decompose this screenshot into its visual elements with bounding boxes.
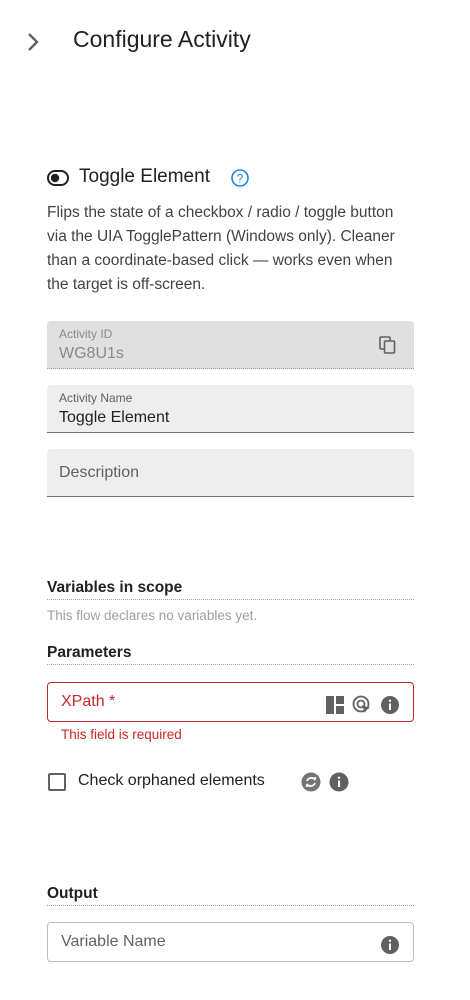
copy-icon[interactable]: [378, 335, 398, 355]
activity-title: Toggle Element: [79, 166, 210, 187]
xpath-error: This field is required: [61, 727, 182, 742]
activity-id-label: Activity ID: [59, 327, 113, 341]
activity-name-field[interactable]: Activity Name Toggle Element: [47, 385, 414, 433]
chevron-right-icon[interactable]: [22, 30, 44, 54]
variable-name-input[interactable]: Variable Name: [47, 922, 414, 962]
activity-description: Flips the state of a checkbox / radio / …: [47, 204, 395, 293]
toggle-expression-icon[interactable]: [301, 772, 321, 792]
activity-name-value[interactable]: Toggle Element: [59, 409, 169, 427]
activity-id-value: WG8U1s: [59, 345, 124, 362]
layout-icon[interactable]: [325, 695, 345, 715]
activity-name-label: Activity Name: [59, 391, 133, 405]
description-placeholder: Description: [59, 464, 140, 481]
toggle-icon: [47, 170, 69, 186]
variables-heading: Variables in scope: [47, 579, 414, 600]
help-circle-icon[interactable]: ?: [230, 168, 250, 188]
svg-text:?: ?: [237, 172, 244, 186]
check-orphaned-label: Check orphaned elements: [78, 772, 265, 789]
output-heading: Output: [47, 885, 414, 906]
variable-name-placeholder: Variable Name: [61, 933, 166, 950]
description-field[interactable]: Description: [47, 449, 414, 497]
element-picker-icon[interactable]: [352, 695, 372, 715]
check-orphaned-checkbox[interactable]: [48, 773, 66, 791]
info-icon[interactable]: [380, 935, 400, 955]
info-icon[interactable]: [329, 772, 349, 792]
xpath-input[interactable]: XPath *: [47, 682, 414, 722]
page-title: Configure Activity: [73, 26, 251, 52]
info-icon[interactable]: [380, 695, 400, 715]
activity-id-field: Activity ID WG8U1s: [47, 321, 414, 369]
variables-empty-text: This flow declares no variables yet.: [47, 608, 258, 623]
xpath-placeholder: XPath *: [61, 693, 116, 710]
parameters-heading: Parameters: [47, 644, 414, 665]
